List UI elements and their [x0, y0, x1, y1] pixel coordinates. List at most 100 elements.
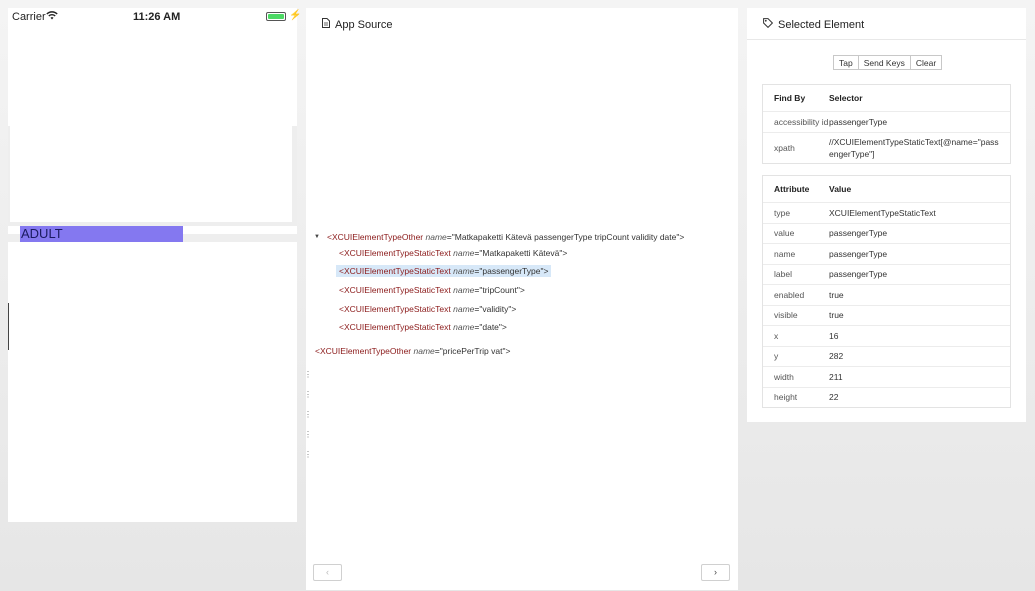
battery-icon	[266, 12, 286, 21]
attributes-table: Attribute Value type XCUIElementTypeStati…	[762, 175, 1011, 408]
drag-handle-icon[interactable]: ⋮	[304, 410, 312, 419]
device-screen: Carrier 11:26 AM ⚡ ADULT	[8, 8, 301, 522]
column-header: Selector	[829, 93, 863, 103]
column-header: Attribute	[774, 184, 810, 194]
drag-handle-icon[interactable]: ⋮	[304, 370, 312, 379]
next-button[interactable]: ›	[701, 564, 730, 581]
document-icon	[322, 18, 330, 31]
selector-value[interactable]: //XCUIElementTypeStaticText[@name="passe…	[829, 136, 1010, 160]
tap-button[interactable]: Tap	[833, 55, 859, 70]
table-row: visible true	[763, 304, 1010, 326]
node-attr: name	[453, 248, 475, 258]
node-attr: name	[413, 346, 435, 356]
node-tag: <XCUIElementTypeStaticText	[339, 322, 451, 332]
node-attr: name	[453, 285, 475, 295]
node-attr: name	[425, 232, 447, 242]
drag-handle-icon[interactable]: ⋮	[304, 450, 312, 459]
selected-element-highlight[interactable]: ADULT	[20, 226, 183, 242]
node-attr: name	[453, 322, 475, 332]
inspector-header: Selected Element	[747, 8, 1026, 40]
table-row: value passengerType	[763, 222, 1010, 244]
table-row: height 22	[763, 386, 1010, 408]
attribute-name: label	[774, 269, 792, 280]
column-header: Find By	[774, 93, 806, 103]
find-by-strategy: xpath	[774, 143, 795, 153]
find-by-strategy: accessibility id	[774, 117, 829, 127]
table-row: label passengerType	[763, 263, 1010, 285]
node-tag: <XCUIElementTypeStaticText	[339, 266, 451, 276]
node-tag: <XCUIElementTypeOther	[315, 346, 412, 356]
wifi-icon	[46, 11, 58, 23]
column-header: Value	[829, 184, 852, 194]
tree-node[interactable]: <XCUIElementTypeStaticText name="validit…	[339, 304, 516, 314]
tree-node[interactable]: <XCUIElementTypeStaticText name="date">	[339, 322, 507, 332]
selected-element-panel: Selected Element Tap Send Keys Clear Fin…	[747, 8, 1026, 422]
attribute-value: 282	[829, 351, 844, 362]
drag-handle-icon[interactable]: ⋮	[304, 430, 312, 439]
status-bar: Carrier 11:26 AM ⚡	[8, 8, 301, 25]
node-tag: <XCUIElementTypeStaticText	[339, 248, 451, 258]
attribute-name: height	[774, 392, 798, 403]
attribute-name: name	[774, 248, 796, 259]
attribute-value: passengerType	[829, 248, 888, 259]
scroll-indicator	[8, 303, 9, 350]
node-value: "passengerType">	[479, 266, 549, 276]
selector-value[interactable]: passengerType	[829, 117, 1010, 127]
inspector-title: Selected Element	[763, 18, 864, 31]
app-source-title: App Source	[322, 18, 392, 31]
tree-node[interactable]: <XCUIElementTypeStaticText name="tripCou…	[339, 285, 525, 295]
attribute-value: passengerType	[829, 269, 888, 280]
caret-down-icon[interactable]: ▼	[314, 234, 320, 240]
table-header: Find By Selector	[763, 85, 1010, 111]
tree-node-selected[interactable]: <XCUIElementTypeStaticText name="passeng…	[336, 265, 552, 277]
attribute-value: 22	[829, 392, 839, 403]
attribute-name: width	[774, 371, 794, 382]
attribute-value: true	[829, 289, 844, 300]
app-source-panel: App Source ▼ <XCUIElementTypeOther name=…	[304, 8, 738, 590]
screen-content-block	[10, 126, 292, 222]
table-row: y 282	[763, 345, 1010, 367]
status-time: 11:26 AM	[133, 11, 181, 23]
send-keys-button[interactable]: Send Keys	[857, 55, 911, 70]
node-attr: name	[453, 266, 475, 276]
app-source-label: App Source	[335, 18, 393, 31]
drag-handle-icon[interactable]: ⋮	[304, 390, 312, 399]
attribute-name: y	[774, 351, 779, 362]
attribute-name: type	[774, 207, 791, 218]
prev-button[interactable]: ‹	[313, 564, 342, 581]
table-header: Attribute Value	[763, 176, 1010, 202]
attribute-value: 16	[829, 330, 839, 341]
clear-button[interactable]: Clear	[909, 55, 943, 70]
carrier-label: Carrier	[12, 11, 46, 23]
table-row: enabled true	[763, 284, 1010, 305]
table-row: name passengerType	[763, 243, 1010, 264]
element-actions: Tap Send Keys Clear	[833, 55, 943, 70]
attribute-value: XCUIElementTypeStaticText	[829, 207, 936, 218]
node-value: "tripCount">	[479, 285, 525, 295]
node-value: "Matkapaketti Kätevä passengerType tripC…	[451, 232, 685, 242]
node-tag: <XCUIElementTypeOther	[327, 232, 424, 242]
attribute-value: true	[829, 310, 844, 321]
tag-icon	[763, 18, 774, 31]
node-value: "date">	[479, 322, 507, 332]
attribute-value: 211	[829, 371, 843, 382]
node-value: "validity">	[479, 304, 517, 314]
attribute-name: enabled	[774, 289, 805, 300]
node-tag: <XCUIElementTypeStaticText	[339, 285, 451, 295]
table-row: type XCUIElementTypeStaticText	[763, 202, 1010, 223]
find-by-table: Find By Selector accessibility id passen…	[762, 84, 1011, 164]
table-row: width 211	[763, 366, 1010, 387]
node-tag: <XCUIElementTypeStaticText	[339, 304, 451, 314]
tree-node[interactable]: <XCUIElementTypeOther name="pricePerTrip…	[315, 346, 510, 356]
node-value: "pricePerTrip vat">	[439, 346, 511, 356]
table-row: xpath //XCUIElementTypeStaticText[@name=…	[763, 132, 1010, 163]
inspector-title-label: Selected Element	[778, 18, 865, 31]
tree-node[interactable]: <XCUIElementTypeStaticText name="Matkapa…	[339, 248, 567, 258]
attribute-name: value	[774, 228, 795, 239]
table-row: x 16	[763, 325, 1010, 346]
attribute-value: passengerType	[829, 228, 888, 239]
node-value: "Matkapaketti Kätevä">	[479, 248, 568, 258]
tree-node[interactable]: <XCUIElementTypeOther name="Matkapaketti…	[327, 232, 684, 242]
table-row: accessibility id passengerType	[763, 111, 1010, 132]
attribute-name: x	[774, 330, 779, 341]
